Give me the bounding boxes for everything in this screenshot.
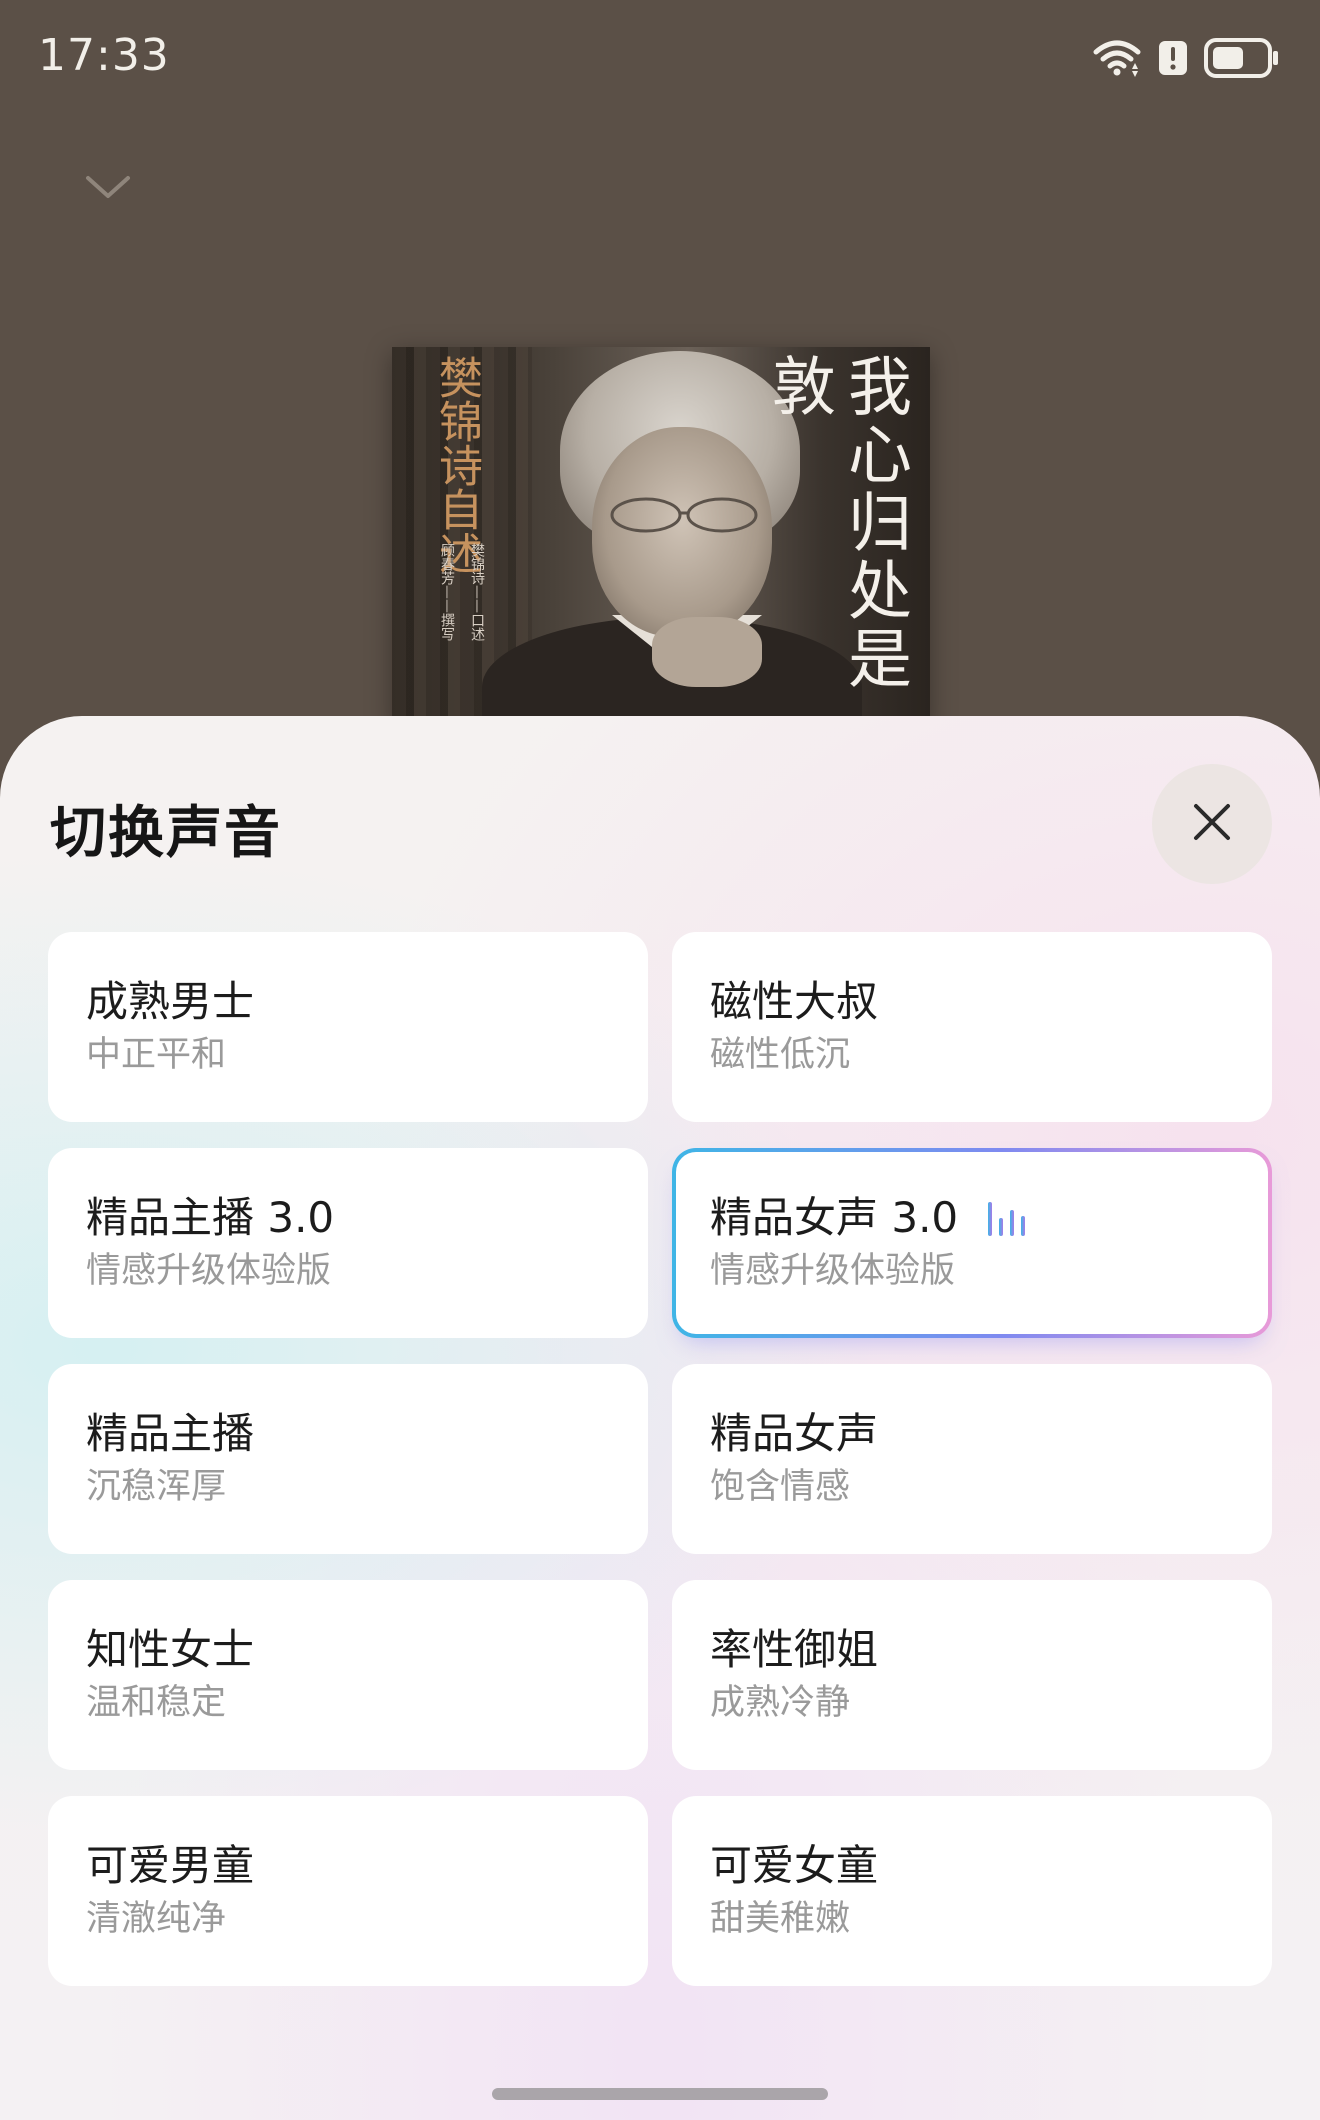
voice-name: 精品主播 [86,1409,255,1458]
cover-author: 樊锦诗自述 [431,355,482,575]
status-icons [1092,38,1280,82]
voice-name-row: 磁性大叔 [710,976,1272,1028]
alert-icon [1158,40,1188,80]
chevron-down-icon[interactable] [82,168,134,208]
status-bar: 17:33 [0,0,1320,120]
voice-switch-sheet: 切换声音 成熟男士 中正平和 磁性大叔 磁性低沉 精品主播 3.0 情感升级体验… [0,716,1320,2120]
voice-desc: 饱含情感 [710,1467,851,1507]
voice-card[interactable]: 成熟男士 中正平和 [48,932,648,1122]
audio-bars-icon [986,1198,1032,1238]
voice-name: 知性女士 [86,1625,255,1674]
voice-desc: 温和稳定 [86,1683,227,1723]
voice-desc: 情感升级体验版 [710,1251,956,1291]
voice-desc: 情感升级体验版 [86,1251,332,1291]
voice-name: 成熟男士 [86,977,255,1026]
voice-desc: 清澈纯净 [86,1899,227,1939]
voice-card[interactable]: 知性女士 温和稳定 [48,1580,648,1770]
voice-name-row: 精品女声 3.0 [710,1192,1268,1244]
voice-desc: 沉稳浑厚 [86,1467,227,1507]
battery-icon [1204,38,1280,82]
voice-name: 精品女声 3.0 [710,1193,959,1242]
voice-card-selected[interactable]: 精品女声 3.0 情感升级体验版 [672,1148,1272,1338]
voice-name-row: 成熟男士 [86,976,648,1028]
cover-portrait-glasses [604,495,764,535]
voice-card[interactable]: 精品主播 3.0 情感升级体验版 [48,1148,648,1338]
voice-name-row: 精品女声 [710,1408,1272,1460]
voice-desc: 成熟冷静 [710,1683,851,1723]
status-time: 17:33 [38,30,170,81]
voice-desc: 甜美稚嫩 [710,1899,851,1939]
voice-card[interactable]: 率性御姐 成熟冷静 [672,1580,1272,1770]
cover-credit-left: 樊锦诗——口述 [469,543,485,641]
voice-name-row: 精品主播 3.0 [86,1192,648,1244]
voice-name-row: 可爱女童 [710,1840,1272,1892]
voice-card[interactable]: 可爱女童 甜美稚嫩 [672,1796,1272,1986]
voice-name-row: 知性女士 [86,1624,648,1676]
voice-name-row: 可爱男童 [86,1840,648,1892]
home-indicator[interactable] [492,2088,828,2100]
voice-desc: 磁性低沉 [710,1035,851,1075]
cover-portrait-hand [652,617,762,687]
voice-card[interactable]: 磁性大叔 磁性低沉 [672,932,1272,1122]
voice-name: 可爱女童 [710,1841,879,1890]
voice-name: 磁性大叔 [710,977,879,1026]
wifi-icon [1092,39,1142,81]
voice-name-row: 率性御姐 [710,1624,1272,1676]
book-cover: 樊锦诗自述 樊锦诗——口述 顾春芳——撰写 我心归处是敦 [392,347,930,727]
voice-grid: 成熟男士 中正平和 磁性大叔 磁性低沉 精品主播 3.0 情感升级体验版 精品女… [48,932,1272,1986]
close-button[interactable] [1152,764,1272,884]
cover-title: 我心归处是敦 [761,353,911,693]
close-icon [1192,802,1232,846]
voice-card[interactable]: 可爱男童 清澈纯净 [48,1796,648,1986]
voice-name: 可爱男童 [86,1841,255,1890]
sheet-title: 切换声音 [50,801,282,866]
voice-name: 精品主播 3.0 [86,1193,335,1242]
voice-desc: 中正平和 [86,1035,227,1075]
voice-card[interactable]: 精品主播 沉稳浑厚 [48,1364,648,1554]
cover-credit-right: 顾春芳——撰写 [439,543,455,641]
voice-card[interactable]: 精品女声 饱含情感 [672,1364,1272,1554]
voice-name: 精品女声 [710,1409,879,1458]
voice-name: 率性御姐 [710,1625,879,1674]
voice-name-row: 精品主播 [86,1408,648,1460]
